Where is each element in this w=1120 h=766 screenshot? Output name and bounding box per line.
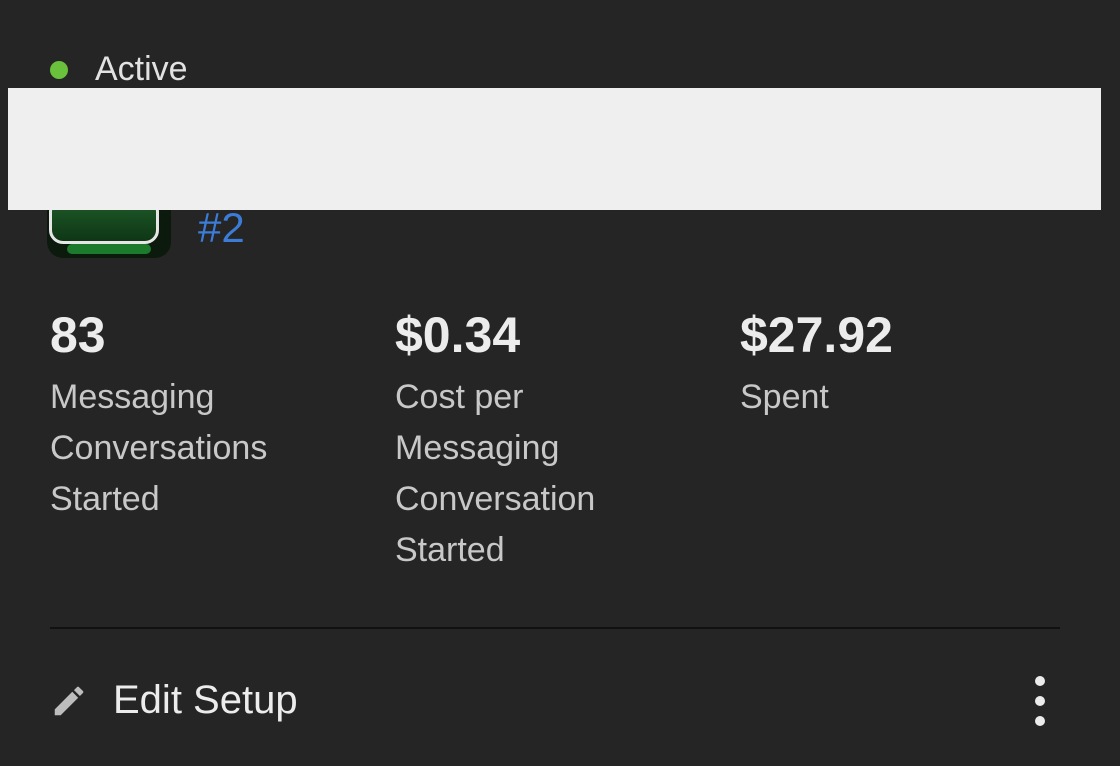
metric-value: $27.92 <box>740 307 893 363</box>
more-vertical-icon <box>1035 676 1045 686</box>
metric-messaging-conversations: 83 Messaging Conversations Started <box>50 306 267 525</box>
status-label: Active <box>95 50 188 88</box>
metric-cost-per-conversation: $0.34 Cost per Messaging Conversation St… <box>395 306 595 576</box>
status-dot-icon <box>50 60 68 79</box>
metric-label: Cost per Messaging Conversation Started <box>395 378 596 569</box>
thumbnail-preview <box>49 210 159 244</box>
pencil-icon <box>54 686 84 715</box>
ad-name-link[interactable]: #2 <box>198 204 245 252</box>
edit-setup-button[interactable]: Edit Setup <box>50 678 298 723</box>
ad-thumbnail[interactable] <box>47 210 171 258</box>
thumbnail-accent <box>67 244 151 254</box>
edit-setup-label: Edit Setup <box>113 678 298 722</box>
metric-label: Spent <box>740 378 829 416</box>
status-indicator: Active <box>50 50 188 89</box>
metric-value: $0.34 <box>395 307 521 363</box>
metric-spent: $27.92 Spent <box>740 306 893 423</box>
more-vertical-icon <box>1035 716 1045 726</box>
more-options-button[interactable] <box>1024 676 1056 726</box>
divider <box>50 627 1060 629</box>
redacted-area <box>8 88 1101 210</box>
metric-label: Messaging Conversations Started <box>50 378 268 518</box>
more-vertical-icon <box>1035 696 1045 706</box>
metric-value: 83 <box>50 307 106 363</box>
